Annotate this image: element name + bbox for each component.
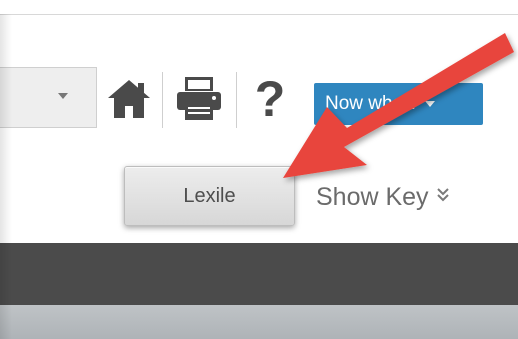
- edge-shadow: [0, 14, 12, 339]
- dark-header-bar: [0, 243, 518, 305]
- content-top-bar: [0, 305, 518, 339]
- toolbar-separator: [162, 72, 163, 128]
- top-divider: [0, 14, 518, 15]
- lexile-label: Lexile: [183, 184, 236, 207]
- show-key-label: Show Key: [316, 182, 429, 211]
- now-what-button[interactable]: Now what?: [314, 83, 483, 125]
- screenshot-frame: ? Now what? Lexile Show Key: [0, 0, 518, 339]
- chevron-down-icon[interactable]: [58, 93, 68, 99]
- toolbar-separator: [236, 72, 237, 128]
- toolbar-dropdown[interactable]: [0, 67, 97, 128]
- chevron-down-icon: [425, 101, 435, 107]
- show-key-link[interactable]: Show Key: [316, 180, 450, 214]
- lexile-button[interactable]: Lexile: [124, 166, 295, 226]
- top-edge: [0, 0, 518, 14]
- print-button[interactable]: [168, 72, 230, 126]
- now-what-label: Now what?: [325, 93, 419, 114]
- help-button[interactable]: ?: [245, 72, 295, 126]
- double-chevron-down-icon: [436, 187, 450, 208]
- help-icon: ?: [254, 71, 286, 127]
- printer-icon: [177, 77, 221, 120]
- home-button[interactable]: [100, 72, 158, 126]
- home-icon: [108, 80, 150, 118]
